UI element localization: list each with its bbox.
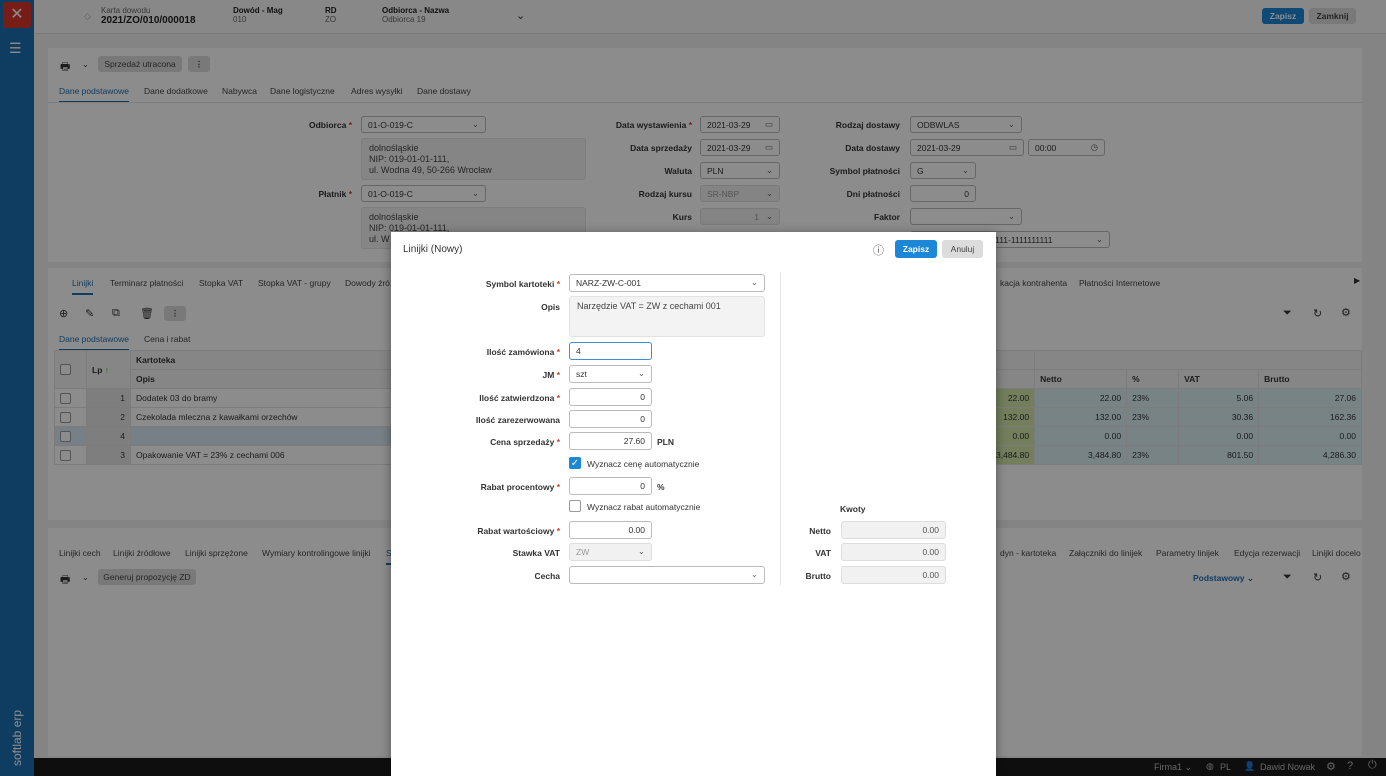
rabat-wartosciowy-input[interactable]: 0.00 bbox=[569, 521, 652, 539]
auto-rabat-checkbox[interactable] bbox=[569, 500, 581, 512]
ilosc-zatwierdzona-input[interactable]: 0 bbox=[569, 388, 652, 406]
cena-sprzedazy-input[interactable]: 27.60 bbox=[569, 432, 652, 450]
divider bbox=[780, 272, 781, 585]
ilosc-zarezerwowana-input[interactable]: 0 bbox=[569, 410, 652, 428]
rabat-procentowy-input[interactable]: 0 bbox=[569, 477, 652, 495]
netto-value: 0.00 bbox=[841, 521, 946, 539]
ilosc-zamowiona-input[interactable]: 4 bbox=[569, 342, 652, 360]
currency-label: PLN bbox=[657, 437, 674, 447]
auto-price-label: Wyznacz cenę automatycznie bbox=[587, 459, 700, 469]
vat-value: 0.00 bbox=[841, 543, 946, 561]
brutto-value: 0.00 bbox=[841, 566, 946, 584]
opis-label: Opis bbox=[541, 302, 560, 312]
linijki-dialog: Linijki (Nowy) ⓘ Zapisz Anuluj Symbol ka… bbox=[391, 232, 996, 776]
cena-sprzedazy-label: Cena sprzedaży * bbox=[490, 437, 560, 447]
symbol-kartoteki-select[interactable]: NARZ-ZW-C-001 ⌄ bbox=[569, 274, 765, 292]
ilosc-zarezerwowana-label: Ilość zarezerwowana bbox=[475, 415, 560, 425]
auto-rabat-label: Wyznacz rabat automatycznie bbox=[587, 502, 701, 512]
kwoty-heading: Kwoty bbox=[840, 504, 866, 514]
jm-select[interactable]: szt ⌄ bbox=[569, 365, 652, 383]
rabat-procentowy-label: Rabat procentowy * bbox=[480, 482, 560, 492]
jm-label: JM * bbox=[542, 370, 561, 380]
dialog-title: Linijki (Nowy) bbox=[403, 244, 463, 255]
symbol-kartoteki-label: Symbol kartoteki * bbox=[485, 279, 560, 289]
help-icon[interactable]: ⓘ bbox=[873, 242, 884, 258]
ilosc-zamowiona-label: Ilość zamówiona * bbox=[486, 347, 560, 357]
ilosc-zatwierdzona-label: Ilość zatwierdzona * bbox=[479, 393, 560, 403]
cecha-label: Cecha bbox=[534, 571, 560, 581]
opis-textarea[interactable]: Narzędzie VAT = ZW z cechami 001 bbox=[569, 296, 765, 337]
stawka-vat-label: Stawka VAT bbox=[512, 548, 560, 558]
rabat-wartosciowy-label: Rabat wartościowy * bbox=[477, 526, 560, 536]
brutto-label: Brutto bbox=[805, 571, 832, 581]
vat-label: VAT bbox=[815, 548, 831, 558]
dialog-save-button[interactable]: Zapisz bbox=[895, 240, 937, 258]
auto-price-checkbox[interactable]: ✓ bbox=[569, 457, 581, 469]
percent-unit: % bbox=[657, 482, 665, 492]
stawka-vat-select: ZW ⌄ bbox=[569, 543, 652, 561]
netto-label: Netto bbox=[809, 526, 831, 536]
dialog-cancel-button[interactable]: Anuluj bbox=[942, 240, 983, 258]
